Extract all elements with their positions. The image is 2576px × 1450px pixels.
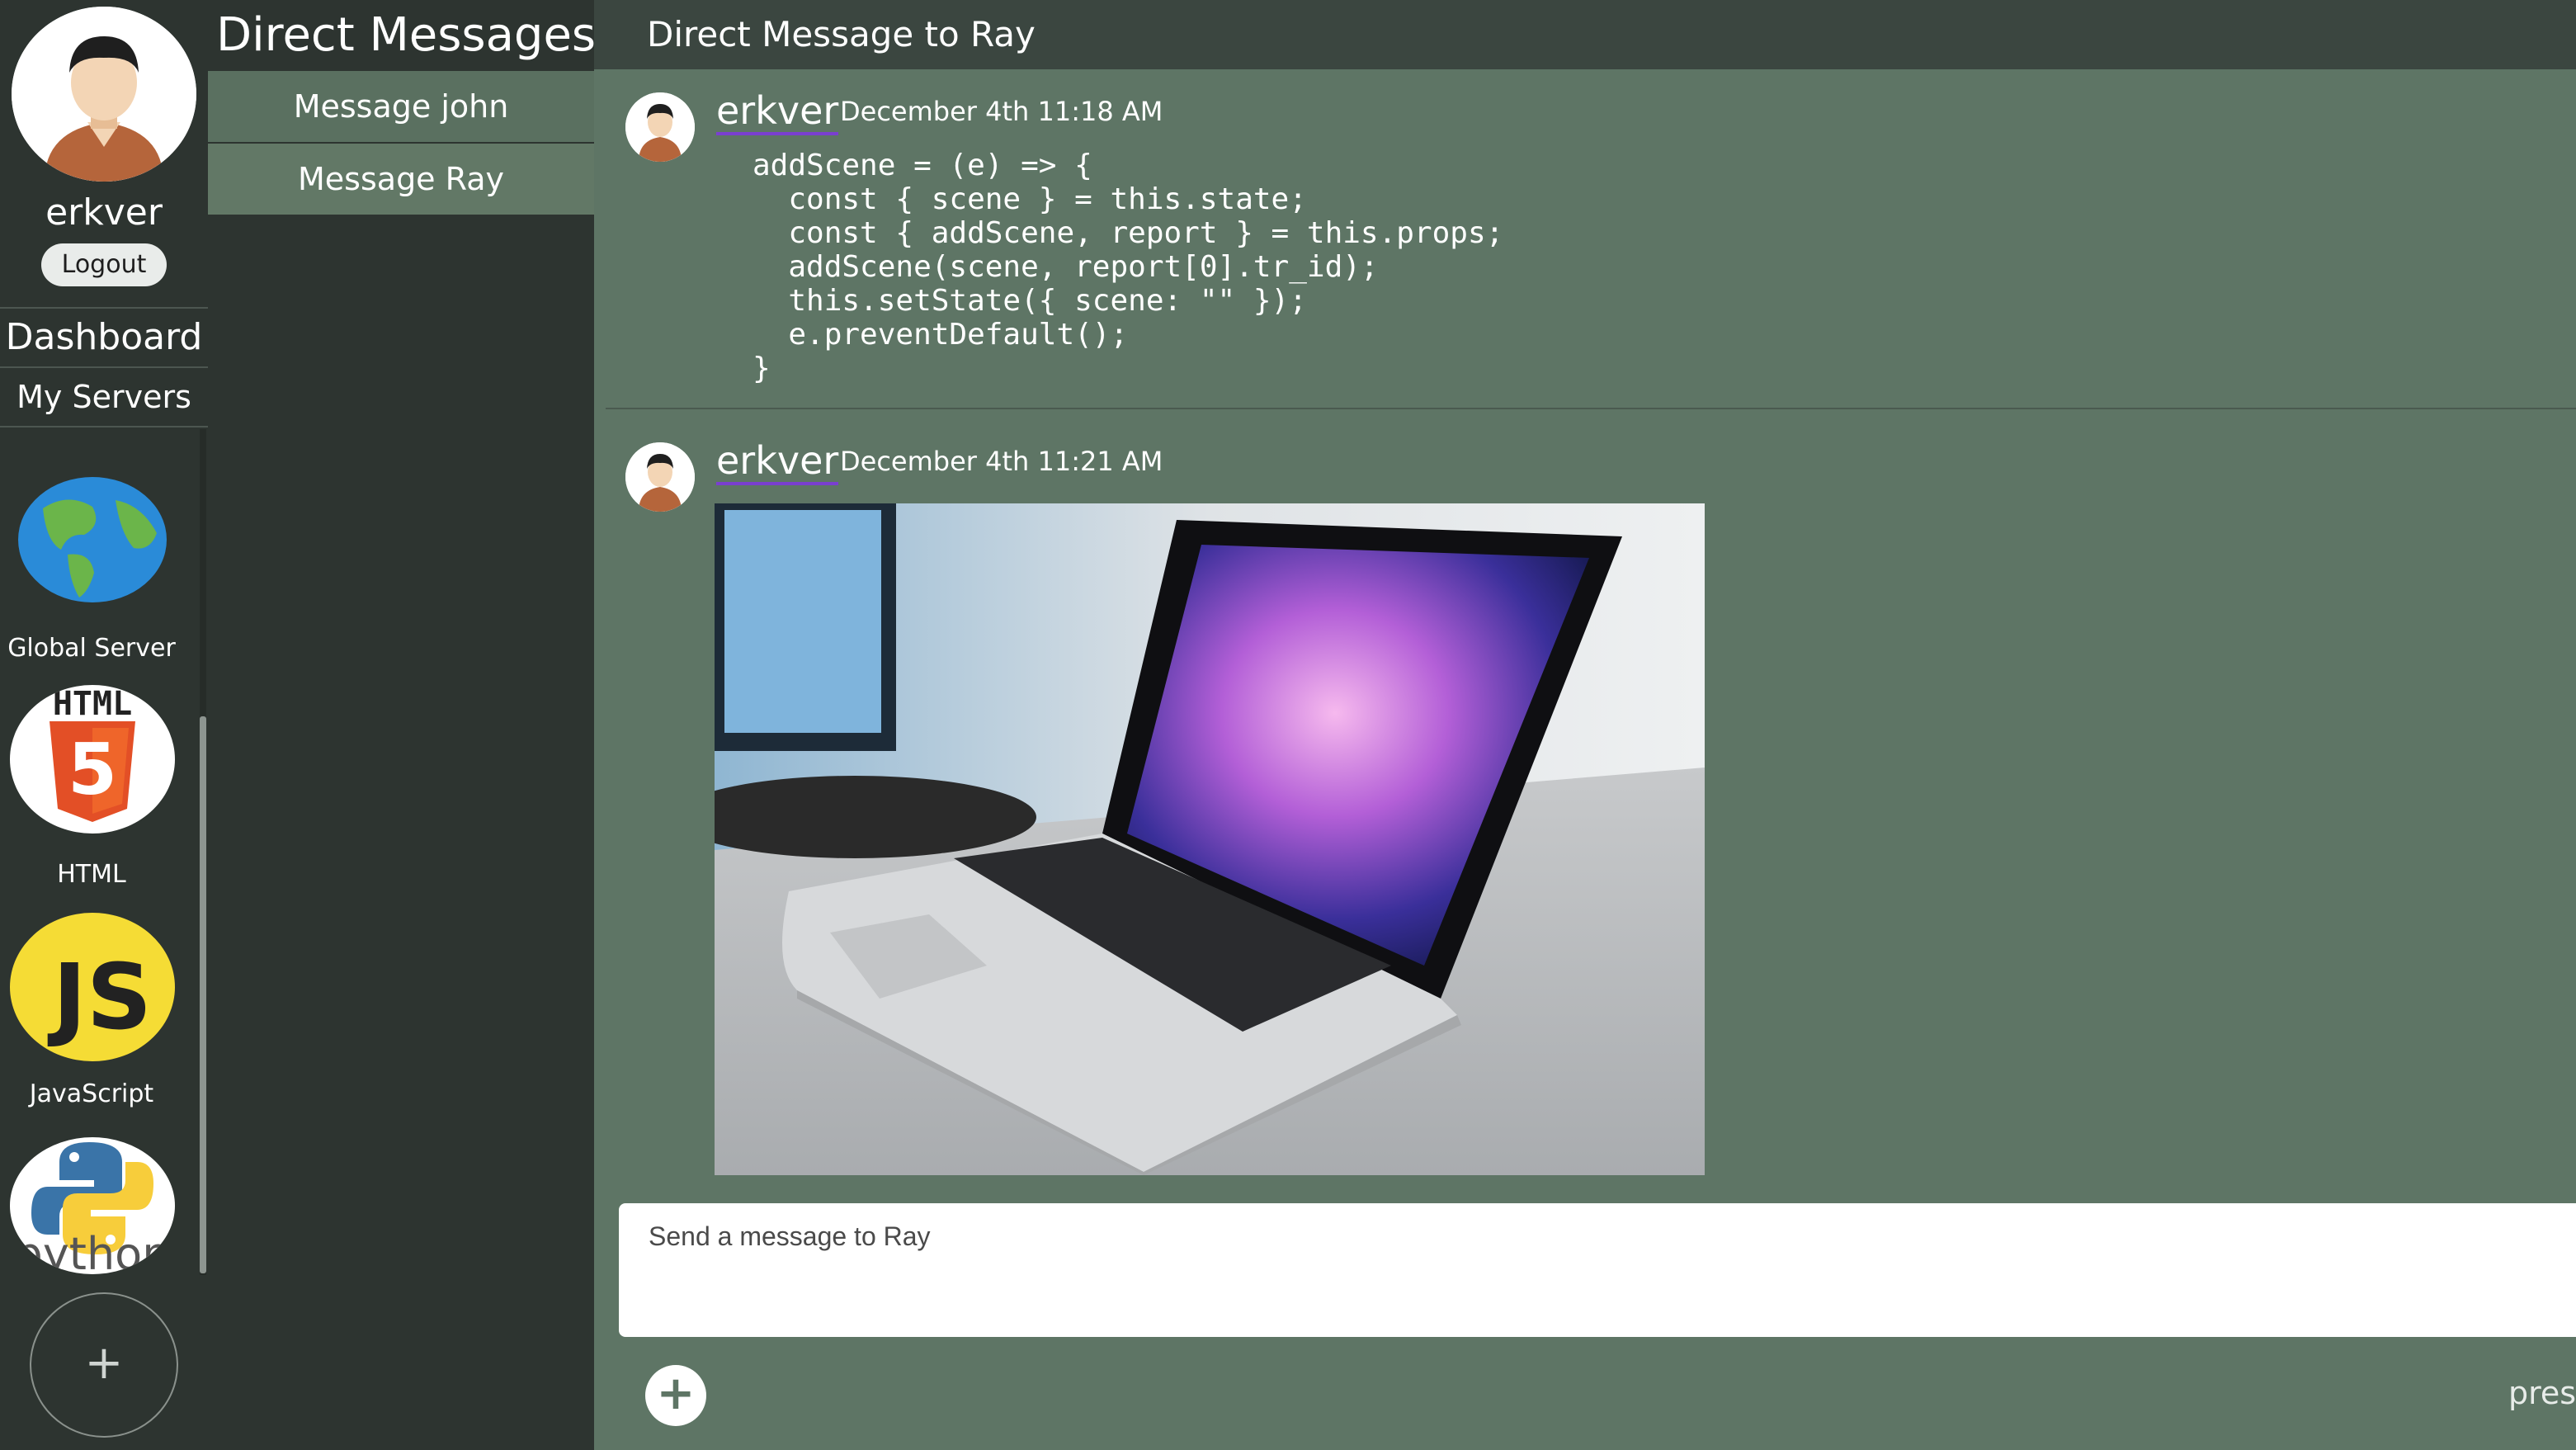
username: erkver [45, 191, 163, 234]
direct-messages-title: Direct Messages [216, 8, 597, 62]
globe-icon[interactable] [10, 475, 175, 624]
message-input[interactable] [619, 1203, 2576, 1337]
server-rail: erkver Logout Dashboard My Servers Globa… [0, 0, 208, 1450]
nav-my-servers[interactable]: My Servers [0, 368, 208, 427]
chat-title: Direct Message to Ray [647, 14, 1036, 54]
message-timestamp: December 4th 11:21 AM [840, 446, 1163, 477]
python-icon[interactable]: python [10, 1137, 175, 1274]
javascript-icon[interactable]: JS [10, 913, 175, 1061]
message-author[interactable]: erkver [716, 89, 839, 135]
user-avatar-icon [625, 92, 695, 162]
javascript-icon-text: JS [47, 944, 152, 1050]
dm-item-ray[interactable]: Message Ray [208, 144, 594, 215]
press-enter-hint: pres [2508, 1375, 2576, 1411]
server-label: JavaScript [29, 1079, 154, 1108]
laptop-photo[interactable] [715, 503, 1705, 1175]
html5-icon-text: HTML [53, 685, 132, 723]
dm-item-john[interactable]: Message john [208, 71, 594, 142]
user-avatar[interactable] [12, 7, 196, 182]
chat-header: Direct Message to Ray [594, 0, 2576, 69]
rail-scrollbar-thumb[interactable] [200, 716, 206, 1273]
message-avatar[interactable] [625, 92, 695, 162]
html5-icon[interactable]: HTML 5 [10, 685, 175, 834]
server-label: HTML [57, 860, 126, 889]
logout-button[interactable]: Logout [41, 243, 167, 286]
server-label: Global Server [7, 634, 176, 663]
message-divider [606, 408, 2576, 409]
message-author[interactable]: erkver [716, 439, 839, 485]
user-avatar-icon [12, 7, 196, 182]
user-avatar-icon [625, 442, 695, 512]
python-icon-text: python [15, 1228, 171, 1274]
html5-badge: 5 [68, 729, 117, 811]
add-server-button[interactable]: + [30, 1292, 178, 1438]
direct-messages-panel: Direct Messages Message john Message Ray [208, 0, 597, 1450]
nav-dashboard[interactable]: Dashboard [0, 307, 208, 368]
message-avatar[interactable] [625, 442, 695, 512]
message-code-block: addScene = (e) => { const { scene } = th… [753, 149, 1504, 385]
attach-button[interactable]: + [645, 1365, 706, 1426]
message-timestamp: December 4th 11:18 AM [840, 96, 1163, 127]
